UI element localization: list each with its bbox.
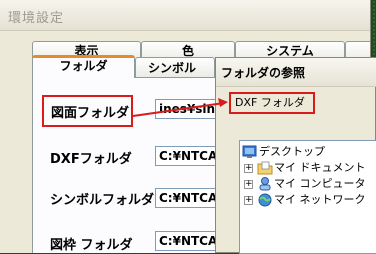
expand-my-network-icon[interactable]: + [244,196,253,205]
highlight-dxf-message [229,92,315,114]
dxf-folder-label: DXFフォルダ [50,152,132,167]
symbol-folder-label: シンボルフォルダ [50,193,155,208]
expand-my-documents-icon[interactable]: + [244,164,253,173]
tree-item-desktop-label: デスクトップ [259,145,325,158]
my-computer-icon [259,177,271,191]
expand-my-computer-icon[interactable]: + [244,180,253,189]
my-documents-icon [257,161,273,175]
settings-title: 環境設定 [8,11,65,26]
folder-tree[interactable]: デスクトップ + マイ ドキュメント + マイ コンピュータ + マイ ネットワ… [239,140,376,254]
highlight-drawing-folder [42,95,133,127]
browse-title: フォルダの参照 [221,66,306,80]
tree-item-my-computer-label: マイ コンピュータ [274,177,366,190]
tab-folder[interactable]: フォルダ [32,55,135,78]
browse-titlebar: フォルダの参照 [216,58,376,87]
tree-item-my-network-label: マイ ネットワーク [274,193,366,206]
frame-folder-label: 図枠 フォルダ [50,238,133,253]
settings-titlebar: 環境設定 [0,0,370,31]
tree-item-my-documents-label: マイ ドキュメント [274,161,366,174]
my-network-icon [258,193,272,207]
browse-folder-dialog: フォルダの参照 DXF フォルダ デスクトップ + マイ ドキュメント + マイ… [215,57,376,254]
desktop-icon [242,145,257,158]
tab-symbol[interactable]: シンボル [135,57,215,77]
